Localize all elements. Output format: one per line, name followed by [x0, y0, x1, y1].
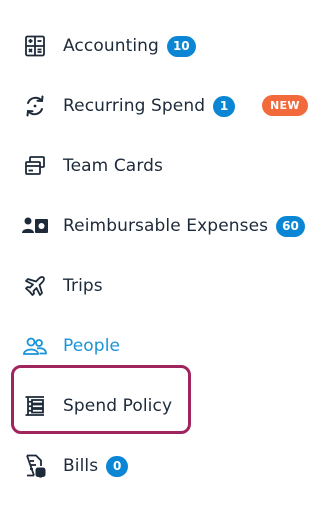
- nav-item-recurring-spend[interactable]: Recurring Spend 1: [20, 86, 236, 126]
- new-tag-badge: NEW: [262, 95, 308, 116]
- nav-label-recurring-spend: Recurring Spend: [63, 96, 206, 116]
- count-badge-recurring-spend: 1: [213, 95, 236, 117]
- nav-item-accounting[interactable]: Accounting 10: [20, 26, 196, 66]
- cards-icon: [20, 151, 50, 181]
- nav-item-bills[interactable]: $ Bills 0: [20, 446, 129, 486]
- calculator-icon: [20, 31, 50, 61]
- nav-label-accounting: Accounting: [63, 36, 159, 56]
- policy-icon: [20, 391, 50, 421]
- bill-icon: $: [20, 451, 50, 481]
- nav-label-spend-policy: Spend Policy: [63, 396, 173, 416]
- nav-item-trips[interactable]: Trips: [20, 266, 103, 306]
- nav-label-team-cards: Team Cards: [63, 156, 163, 176]
- nav-label-bills: Bills: [63, 456, 99, 476]
- sidebar-nav: Accounting 10 Recurring Spend 1 NEW Team…: [0, 0, 317, 514]
- people-icon: [20, 331, 50, 361]
- nav-item-people[interactable]: People: [20, 326, 120, 366]
- nav-label-people: People: [63, 336, 121, 356]
- nav-item-spend-policy[interactable]: Spend Policy: [20, 386, 172, 426]
- count-badge-bills: 0: [106, 455, 129, 477]
- count-badge-accounting: 10: [166, 35, 196, 57]
- nav-label-reimbursable-expenses: Reimbursable Expenses: [63, 216, 269, 236]
- nav-item-team-cards[interactable]: Team Cards: [20, 146, 163, 186]
- plane-icon: [20, 271, 50, 301]
- nav-label-trips: Trips: [63, 276, 103, 296]
- recurring-icon: [20, 91, 50, 121]
- svg-text:$: $: [38, 468, 44, 477]
- nav-item-reimbursable-expenses[interactable]: Reimbursable Expenses 60: [20, 206, 305, 246]
- reimbursement-icon: [20, 211, 50, 241]
- count-badge-reimbursable-expenses: 60: [276, 215, 305, 237]
